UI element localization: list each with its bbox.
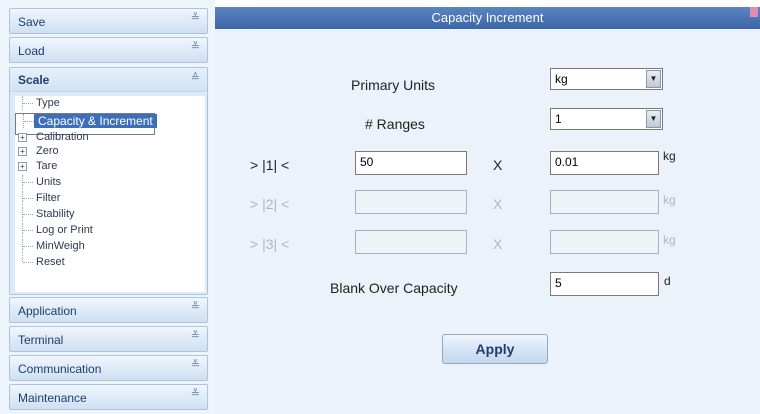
blank-over-capacity-unit: d [664,274,671,288]
range-3-label: > |3| < [250,236,290,252]
expand-icon[interactable]: + [18,162,27,171]
navigation-sidebar: Save ≚ Load ≚ Scale ≙ Type Capacity & In… [0,0,215,414]
tree-item-tare[interactable]: + Tare [15,159,75,173]
nav-section-terminal[interactable]: Terminal ≚ [9,326,208,352]
tree-item-type[interactable]: Type [15,96,75,110]
nav-section-scale-label: Scale [18,73,50,87]
chevron-down-icon: ≚ [190,388,200,400]
tree-item-filter[interactable]: Filter [15,191,75,205]
close-icon[interactable] [750,7,758,17]
range-2-unit-label: kg [663,193,676,207]
range-2-increment-input [550,190,659,214]
dropdown-arrow-icon: ▼ [646,70,661,88]
tree-item-zero[interactable]: + Zero [15,144,75,158]
range-2-capacity-input [355,190,467,214]
blank-over-capacity-input[interactable]: 5 [550,272,659,296]
tree-item-label: Tare [36,160,58,172]
range-1-increment-input[interactable]: 0.01 [550,151,659,175]
tree-item-label: Zero [36,145,59,157]
tree-item-reset[interactable]: Reset [15,255,85,269]
nav-section-load[interactable]: Load ≚ [9,37,208,63]
nav-section-terminal-label: Terminal [18,333,64,347]
apply-button[interactable]: Apply [442,334,548,364]
blank-over-capacity-label: Blank Over Capacity [330,280,458,296]
tree-item-label: Units [36,176,62,188]
primary-units-value: kg [555,72,568,86]
tree-item-label: Calibration [36,131,89,143]
expand-icon[interactable]: + [18,133,27,142]
tree-item-label: MinWeigh [36,240,85,252]
nav-section-application[interactable]: Application ≚ [9,297,208,323]
panel-title: Capacity Increment [215,7,760,29]
tree-item-stability[interactable]: Stability [15,207,95,221]
chevron-down-icon: ≚ [190,12,200,24]
dropdown-arrow-icon: ▼ [646,110,661,128]
range-3-unit-label: kg [663,233,676,247]
range-2-label: > |2| < [250,196,290,212]
nav-section-save-label: Save [18,15,46,29]
ranges-value: 1 [555,112,562,126]
scale-tree: Type Capacity & Increment + Calibration … [15,96,205,292]
chevron-down-icon: ≚ [190,359,200,371]
range-2-x-label: X [493,196,503,212]
chevron-down-icon: ≚ [190,330,200,342]
capacity-increment-panel: Capacity Increment Primary Units kg ▼ # … [215,7,760,414]
tree-item-minweigh[interactable]: MinWeigh [15,239,105,253]
nav-section-save[interactable]: Save ≚ [9,8,208,34]
primary-units-select[interactable]: kg ▼ [550,68,663,90]
nav-section-communication[interactable]: Communication ≚ [9,355,208,381]
tree-item-label: Filter [36,192,61,204]
range-3-increment-input [550,230,659,254]
tree-item-label: Reset [36,256,65,268]
nav-section-scale-header[interactable]: Scale ≙ [10,68,207,92]
nav-section-load-label: Load [18,44,45,58]
tree-item-label: Log or Print [36,224,93,236]
nav-section-maintenance[interactable]: Maintenance ≚ [9,384,208,410]
tree-item-units[interactable]: Units [15,175,75,189]
chevron-down-icon: ≚ [190,301,200,313]
nav-section-application-label: Application [18,304,77,318]
range-3-capacity-input [355,230,467,254]
ranges-select[interactable]: 1 ▼ [550,108,663,130]
nav-section-maintenance-label: Maintenance [18,391,87,405]
chevron-down-icon: ≚ [190,41,200,53]
tree-item-label: Capacity & Increment [34,114,157,128]
ranges-label: # Ranges [365,116,425,132]
range-3-x-label: X [493,236,503,252]
tree-item-label: Type [36,97,60,109]
tree-item-log-or-print[interactable]: Log or Print [15,223,115,237]
range-1-label: > |1| < [250,157,290,173]
nav-section-scale: Scale ≙ Type Capacity & Increment + Cali… [9,67,208,295]
range-1-capacity-input[interactable]: 50 [355,151,467,175]
nav-section-communication-label: Communication [18,362,102,376]
chevron-up-icon: ≙ [190,72,200,84]
tree-item-calibration[interactable]: + Calibration [15,130,115,144]
tree-item-label: Stability [36,208,75,220]
range-1-x-label: X [493,157,503,173]
range-1-unit-label: kg [663,149,676,163]
expand-icon[interactable]: + [18,147,27,156]
primary-units-label: Primary Units [351,77,436,93]
